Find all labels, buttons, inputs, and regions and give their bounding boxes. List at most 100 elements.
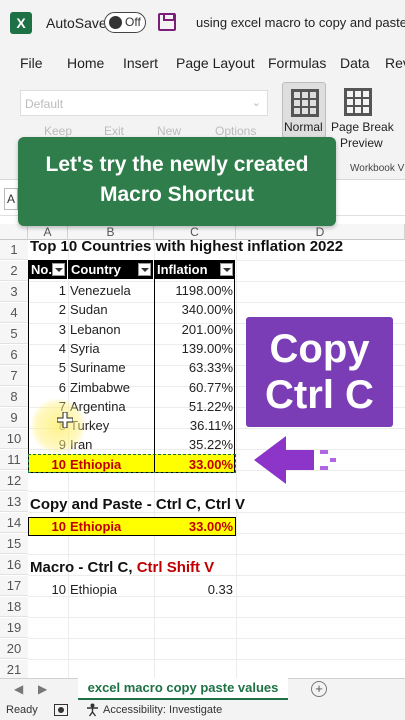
add-sheet-icon[interactable]: +: [311, 681, 327, 697]
copy-shortcut-badge: Copy Ctrl C: [246, 317, 393, 427]
row-header[interactable]: 15: [0, 534, 28, 554]
header-inflation[interactable]: Inflation: [154, 260, 236, 279]
instruction-banner: Let's try the newly created Macro Shortc…: [18, 137, 336, 226]
header-country[interactable]: Country: [68, 260, 154, 279]
toggle-knob: [109, 16, 122, 29]
table-cell-inflation[interactable]: 51.22%: [156, 397, 233, 416]
cell-b15[interactable]: Ethiopia: [70, 517, 121, 536]
row-header[interactable]: 20: [0, 639, 28, 659]
table-cell-country[interactable]: Venezuela: [70, 281, 131, 300]
table-cell-no[interactable]: 1: [30, 281, 66, 300]
menu-home[interactable]: Home: [67, 55, 104, 71]
table-cell-inflation[interactable]: 36.11%: [156, 416, 233, 435]
menu-insert[interactable]: Insert: [123, 55, 158, 71]
table-cell-inflation[interactable]: 340.00%: [156, 300, 233, 319]
row-header[interactable]: 17: [0, 576, 28, 596]
cell-cursor-icon: [57, 412, 73, 428]
filter-dropdown-icon[interactable]: [52, 263, 65, 276]
cell-a18[interactable]: 10: [30, 580, 66, 599]
menu-bar: File Home Insert Page Layout Formulas Da…: [0, 46, 405, 80]
keep-button[interactable]: Keep: [44, 124, 72, 138]
table-cell-inflation[interactable]: 201.00%: [156, 320, 233, 339]
table-cell-country[interactable]: Sudan: [70, 300, 108, 319]
table-cell-country[interactable]: Suriname: [70, 358, 126, 377]
left-arrow-icon: [254, 436, 336, 484]
gridline: [28, 659, 405, 660]
macro-record-icon[interactable]: [54, 704, 68, 716]
save-icon[interactable]: [158, 13, 176, 31]
normal-view-label: Normal: [284, 120, 323, 134]
table-cell-inflation[interactable]: 1198.00%: [156, 281, 233, 300]
status-bar: Ready Accessibility: Investigate: [0, 700, 405, 720]
accessibility-status[interactable]: Accessibility: Investigate: [103, 704, 222, 716]
sheet-title[interactable]: Top 10 Countries with highest inflation …: [30, 238, 343, 255]
page-break-label-1: Page Break: [331, 120, 394, 134]
row-header[interactable]: 14: [0, 513, 28, 533]
row-header[interactable]: 10: [0, 429, 28, 449]
document-title: using excel macro to copy and paste va: [196, 15, 405, 30]
filter-dropdown-icon[interactable]: [138, 263, 151, 276]
row-header[interactable]: 19: [0, 618, 28, 638]
options-button[interactable]: Options: [215, 124, 256, 138]
copy-marquee: [28, 454, 236, 473]
row-header[interactable]: 12: [0, 471, 28, 491]
table-cell-inflation[interactable]: 60.77%: [156, 378, 233, 397]
copy-paste-title[interactable]: Copy and Paste - Ctrl C, Ctrl V: [30, 496, 245, 513]
table-cell-country[interactable]: Syria: [70, 339, 100, 358]
grid-icon: [291, 89, 319, 117]
row-header[interactable]: 21: [0, 660, 28, 680]
row-header[interactable]: 9: [0, 408, 28, 428]
table-cell-country[interactable]: Lebanon: [70, 320, 121, 339]
menu-page-layout[interactable]: Page Layout: [176, 55, 255, 71]
cell-a15[interactable]: 10: [30, 517, 66, 536]
cell-b18[interactable]: Ethiopia: [70, 580, 117, 599]
name-box[interactable]: A: [4, 188, 18, 210]
row-header[interactable]: 13: [0, 492, 28, 512]
menu-data[interactable]: Data: [340, 55, 370, 71]
copy-label: Copy: [269, 327, 370, 371]
accessibility-icon[interactable]: [86, 703, 99, 717]
cell-c15[interactable]: 33.00%: [156, 517, 233, 536]
gridline: [28, 638, 405, 639]
table-cell-no[interactable]: 3: [30, 320, 66, 339]
macro-title[interactable]: Macro - Ctrl C, Ctrl Shift V: [30, 559, 214, 576]
prev-sheet-icon[interactable]: ◀: [14, 682, 23, 696]
row-header[interactable]: 4: [0, 303, 28, 323]
table-cell-inflation[interactable]: 35.22%: [156, 435, 233, 454]
row-header[interactable]: 11: [0, 450, 28, 470]
row-header[interactable]: 7: [0, 366, 28, 386]
filter-dropdown-icon[interactable]: [220, 263, 233, 276]
row-header[interactable]: 18: [0, 597, 28, 617]
sheet-tab-active[interactable]: excel macro copy paste values: [78, 678, 288, 700]
row-header[interactable]: 6: [0, 345, 28, 365]
style-dropdown[interactable]: Default ⌄: [20, 90, 268, 116]
title-bar: X AutoSave Off using excel macro to copy…: [0, 0, 405, 46]
table-cell-inflation[interactable]: 63.33%: [156, 358, 233, 377]
menu-formulas[interactable]: Formulas: [268, 55, 326, 71]
autosave-state: Off: [125, 15, 141, 29]
gridline: [28, 554, 405, 555]
row-header[interactable]: 8: [0, 387, 28, 407]
new-button[interactable]: New: [157, 124, 181, 138]
table-cell-no[interactable]: 4: [30, 339, 66, 358]
macro-title-shortcut: Ctrl Shift V: [136, 559, 215, 576]
autosave-toggle[interactable]: Off: [104, 12, 146, 33]
excel-logo-icon: X: [10, 12, 32, 34]
table-cell-no[interactable]: 5: [30, 358, 66, 377]
menu-review[interactable]: Rev: [385, 55, 405, 71]
next-sheet-icon[interactable]: ▶: [38, 682, 47, 696]
row-header[interactable]: 1: [0, 240, 28, 260]
exit-button[interactable]: Exit: [104, 124, 124, 138]
row-header[interactable]: 2: [0, 261, 28, 281]
header-no[interactable]: No.: [28, 260, 68, 279]
row-header[interactable]: 3: [0, 282, 28, 302]
menu-file[interactable]: File: [20, 55, 43, 71]
row-header[interactable]: 5: [0, 324, 28, 344]
cell-c18[interactable]: 0.33: [156, 580, 233, 599]
table-cell-no[interactable]: 2: [30, 300, 66, 319]
select-all-corner[interactable]: [0, 224, 28, 240]
row-header[interactable]: 16: [0, 555, 28, 575]
table-cell-country[interactable]: Zimbabwe: [70, 378, 130, 397]
table-cell-inflation[interactable]: 139.00%: [156, 339, 233, 358]
table-cell-no[interactable]: 6: [30, 378, 66, 397]
